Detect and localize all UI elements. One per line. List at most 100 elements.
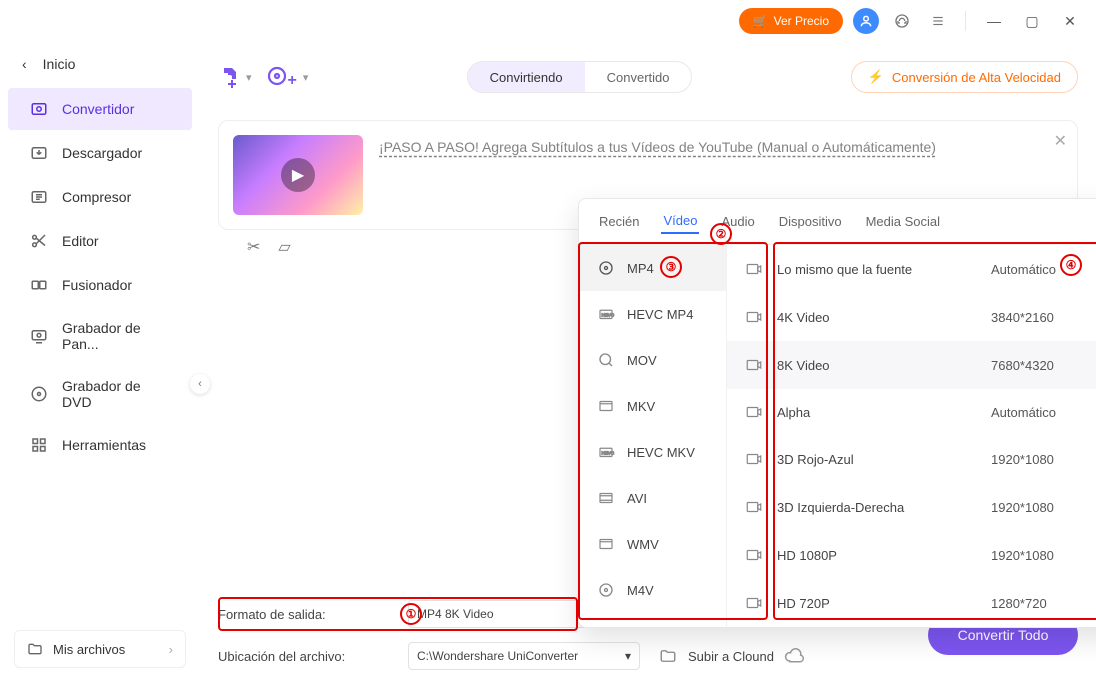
sidebar-item-label: Descargador — [62, 145, 142, 161]
support-button[interactable] — [889, 8, 915, 34]
tab-converting[interactable]: Convirtiendo — [468, 62, 585, 92]
convert-icon — [30, 100, 48, 118]
format-label: HEVC MKV — [627, 445, 695, 460]
sidebar: ‹ Inicio Convertidor Descargador Compres… — [0, 42, 200, 680]
sidebar-item-grabador-pan[interactable]: Grabador de Pan... — [8, 308, 192, 364]
svg-text:HEVC: HEVC — [602, 312, 615, 317]
compress-icon — [30, 188, 48, 206]
output-format-value: MP4 8K Video — [417, 607, 494, 621]
main-area: ▾ +▾ Convirtiendo Convertido ⚡ Conversió… — [200, 42, 1096, 680]
sidebar-item-convertidor[interactable]: Convertidor — [8, 88, 192, 130]
sidebar-item-label: Herramientas — [62, 437, 146, 453]
sidebar-item-label: Grabador de DVD — [62, 378, 170, 410]
format-dropdown: Recién Vídeo Audio Dispositivo Media Soc… — [578, 198, 1096, 628]
resolution-dim: 3840*2160 — [991, 310, 1096, 325]
format-avi[interactable]: AVI — [579, 475, 726, 521]
resolution-list: Lo mismo que la fuenteAutomático🚀▦ 4K Vi… — [727, 245, 1096, 627]
maximize-button[interactable]: ▢ — [1018, 7, 1046, 35]
sidebar-item-label: Convertidor — [62, 101, 134, 117]
bolt-icon: ⚡ — [868, 69, 884, 85]
play-icon: ▶ — [281, 158, 315, 192]
resolution-dim: 7680*4320 — [991, 358, 1096, 373]
resolution-row[interactable]: 3D Rojo-Azul1920*1080▦ — [727, 435, 1096, 483]
chevron-down-icon: ▾ — [246, 71, 252, 84]
format-label: M4V — [627, 583, 654, 598]
resolution-name: Alpha — [777, 405, 977, 420]
tab-video[interactable]: Vídeo — [661, 209, 699, 234]
resolution-dim: Automático — [991, 405, 1096, 420]
resolution-row[interactable]: 3D Izquierda-Derecha1920*1080▦ — [727, 483, 1096, 531]
sidebar-item-herramientas[interactable]: Herramientas — [8, 424, 192, 466]
tools-icon — [30, 436, 48, 454]
resolution-row[interactable]: Lo mismo que la fuenteAutomático🚀▦ — [727, 245, 1096, 293]
format-mov[interactable]: MOV — [579, 337, 726, 383]
titlebar: 🛒 Ver Precio — ▢ ✕ — [0, 0, 1096, 42]
sidebar-item-compresor[interactable]: Compresor — [8, 176, 192, 218]
format-hevc-mkv[interactable]: HEVCHEVC MKV — [579, 429, 726, 475]
close-window-button[interactable]: ✕ — [1056, 7, 1084, 35]
file-location-select[interactable]: C:\Wondershare UniConverter ▾ — [408, 642, 640, 670]
minimize-button[interactable]: — — [980, 7, 1008, 35]
sidebar-item-descargador[interactable]: Descargador — [8, 132, 192, 174]
resolution-row[interactable]: 4K Video3840*2160▦ — [727, 293, 1096, 341]
sidebar-item-grabador-dvd[interactable]: Grabador de DVD — [8, 366, 192, 422]
format-mp4[interactable]: MP4 — [579, 245, 726, 291]
chevron-right-icon: › — [169, 642, 173, 657]
resolution-row[interactable]: 8K Video7680*4320▦ — [727, 341, 1096, 389]
tab-audio[interactable]: Audio — [719, 210, 756, 233]
high-speed-button[interactable]: ⚡ Conversión de Alta Velocidad — [851, 61, 1078, 93]
record-screen-icon — [30, 327, 48, 345]
format-label: MKV — [627, 399, 655, 414]
resolution-row[interactable]: HD 720P1280*720▦ — [727, 579, 1096, 627]
folder-icon — [27, 641, 43, 657]
sidebar-item-label: Editor — [62, 233, 99, 249]
resolution-dim: Automático — [991, 262, 1096, 277]
add-dvd-button[interactable]: +▾ — [266, 64, 309, 90]
file-location-value: C:\Wondershare UniConverter — [417, 649, 578, 663]
resolution-name: 3D Rojo-Azul — [777, 452, 977, 467]
merge-icon — [30, 276, 48, 294]
my-files-button[interactable]: Mis archivos › — [14, 630, 186, 668]
sidebar-item-label: Fusionador — [62, 277, 132, 293]
cart-icon: 🛒 — [753, 14, 768, 28]
cloud-label: Subir a Clound — [688, 649, 774, 664]
tab-converted[interactable]: Convertido — [585, 62, 692, 92]
trim-button[interactable]: ✂ — [247, 237, 260, 257]
chevron-down-icon: ▾ — [625, 649, 631, 663]
format-mkv[interactable]: MKV — [579, 383, 726, 429]
format-hevc-mp4[interactable]: HEVC HEVC MP4 — [579, 291, 726, 337]
format-label: MOV — [627, 353, 657, 368]
resolution-row[interactable]: Alpha Automático — [727, 389, 1096, 435]
resolution-dim: 1920*1080 — [991, 500, 1096, 515]
open-folder-button[interactable] — [648, 647, 688, 665]
video-thumbnail[interactable]: ▶ — [233, 135, 363, 215]
format-label: WMV — [627, 537, 659, 552]
output-format-label: Formato de salida: — [218, 607, 408, 622]
sidebar-item-fusionador[interactable]: Fusionador — [8, 264, 192, 306]
format-list: MP4 HEVC HEVC MP4 MOV MKV HEVCHEVC MKV AV… — [579, 245, 727, 627]
resolution-dim: 1280*720 — [991, 596, 1096, 611]
format-wmv[interactable]: WMV — [579, 521, 726, 567]
status-segmented: Convirtiendo Convertido — [467, 61, 693, 93]
sidebar-item-label: Grabador de Pan... — [62, 320, 170, 352]
format-label: MP4 — [627, 261, 654, 276]
user-avatar-button[interactable] — [853, 8, 879, 34]
format-label: HEVC MP4 — [627, 307, 693, 322]
cloud-icon[interactable] — [784, 646, 804, 666]
remove-file-button[interactable]: ✕ — [1054, 131, 1067, 151]
home-link[interactable]: ‹ Inicio — [0, 42, 200, 86]
sidebar-item-editor[interactable]: Editor — [8, 220, 192, 262]
format-m4v[interactable]: M4V — [579, 567, 726, 613]
crop-button[interactable]: ▱ — [278, 237, 290, 257]
resolution-row[interactable]: HD 1080P1920*1080▦ — [727, 531, 1096, 579]
menu-button[interactable] — [925, 8, 951, 34]
add-file-button[interactable]: ▾ — [218, 65, 252, 89]
resolution-name: HD 1080P — [777, 548, 977, 563]
tab-recent[interactable]: Recién — [597, 210, 641, 233]
resolution-name: 8K Video — [777, 358, 977, 373]
price-button[interactable]: 🛒 Ver Precio — [739, 8, 843, 34]
chevron-down-icon: ▾ — [303, 71, 309, 84]
tab-social[interactable]: Media Social — [864, 210, 942, 233]
resolution-dim: 1920*1080 — [991, 548, 1096, 563]
tab-device[interactable]: Dispositivo — [777, 210, 844, 233]
